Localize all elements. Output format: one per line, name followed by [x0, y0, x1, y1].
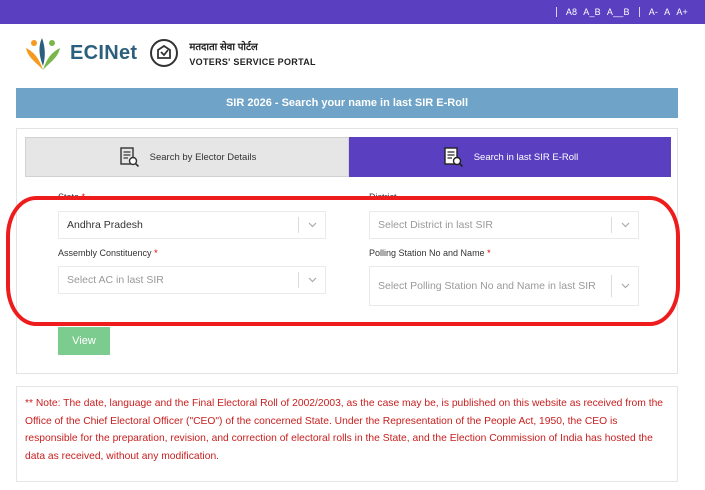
portal-title-english: VOTERS' SERVICE PORTAL — [189, 57, 316, 67]
chevron-down-icon — [612, 222, 638, 228]
view-button[interactable]: View — [58, 327, 110, 355]
font-option-a-b[interactable]: A__B — [607, 7, 630, 17]
polling-station-label: Polling Station No and Name * — [369, 248, 491, 258]
district-placeholder: Select District in last SIR — [378, 218, 493, 231]
font-option-a8[interactable]: A8 — [566, 7, 577, 17]
separator — [555, 7, 557, 17]
tab-search-by-elector-details[interactable]: Search by Elector Details — [25, 137, 349, 177]
ac-label: Assembly Constituency * — [58, 248, 158, 258]
portal-title: मतदाता सेवा पोर्टल VOTERS' SERVICE PORTA… — [189, 39, 315, 67]
ecinet-logo-icon[interactable] — [22, 32, 64, 74]
document-search-icon — [442, 146, 464, 168]
brand-name[interactable]: ECINet — [70, 42, 137, 65]
polling-station-placeholder: Select Polling Station No and Name in la… — [378, 279, 596, 292]
font-decrease-button[interactable]: A- — [649, 7, 658, 17]
document-search-icon — [118, 146, 140, 168]
search-card: Search by Elector Details Search in last… — [16, 128, 678, 374]
font-option-ab[interactable]: A_B — [583, 7, 601, 17]
district-label: District — [369, 192, 397, 202]
disclaimer-note: ** Note: The date, language and the Fina… — [16, 386, 678, 482]
search-tabs: Search by Elector Details Search in last… — [25, 137, 671, 177]
polling-station-select[interactable]: Select Polling Station No and Name in la… — [369, 266, 639, 306]
state-value: Andhra Pradesh — [67, 218, 143, 231]
font-normal-button[interactable]: A — [664, 7, 670, 17]
chevron-down-icon — [299, 222, 325, 228]
page-title-banner: SIR 2026 - Search your name in last SIR … — [16, 88, 678, 118]
district-select[interactable]: Select District in last SIR — [369, 211, 639, 239]
voter-portal-emblem-icon — [149, 38, 179, 68]
state-label: State * — [58, 192, 86, 202]
site-header: ECINet मतदाता सेवा पोर्टल VOTERS' SERVIC… — [0, 24, 705, 82]
tab-label: Search by Elector Details — [149, 151, 257, 163]
font-increase-button[interactable]: A+ — [676, 7, 688, 17]
separator — [638, 7, 640, 17]
portal-title-hindi: मतदाता सेवा पोर्टल — [189, 42, 258, 53]
note-text: ** Note: The date, language and the Fina… — [25, 398, 664, 462]
chevron-down-icon — [299, 277, 325, 283]
top-utility-bar: A8 A_B A__B A- A A+ — [0, 0, 705, 24]
tab-label: Search in last SIR E-Roll — [473, 151, 579, 163]
ac-placeholder: Select AC in last SIR — [67, 273, 164, 286]
chevron-down-icon — [612, 283, 638, 289]
state-select[interactable]: Andhra Pradesh — [58, 211, 326, 239]
tab-search-in-last-sir-eroll[interactable]: Search in last SIR E-Roll — [349, 137, 671, 177]
ac-select[interactable]: Select AC in last SIR — [58, 266, 326, 294]
